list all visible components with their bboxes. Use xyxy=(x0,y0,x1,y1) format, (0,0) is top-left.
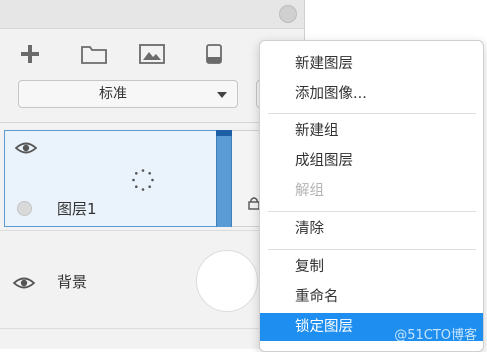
layer-name: 背景 xyxy=(57,273,88,291)
menu-separator xyxy=(268,113,476,114)
scrollbar[interactable] xyxy=(216,130,232,227)
eye-icon[interactable] xyxy=(12,275,36,289)
context-menu: 新建图层 添加图像... 新建组 成组图层 解组 清除 复制 重命名 锁定图层 … xyxy=(259,40,484,352)
blend-mode-select[interactable]: 标准 xyxy=(18,80,238,108)
menu-item-group-layers[interactable]: 成组图层 xyxy=(260,147,483,175)
folder-icon[interactable] xyxy=(80,42,108,66)
menu-item-clear[interactable]: 清除 xyxy=(260,215,483,243)
menu-item-add-image[interactable]: 添加图像... xyxy=(260,80,483,108)
watermark: @51CTO博客 xyxy=(394,328,477,343)
menu-item-new-layer[interactable]: 新建图层 xyxy=(260,50,483,78)
window-button[interactable] xyxy=(279,5,297,23)
menu-separator xyxy=(268,211,476,212)
menu-separator xyxy=(268,249,476,250)
blend-mode-value: 标准 xyxy=(99,86,127,102)
layer-row-selected[interactable] xyxy=(4,130,230,227)
layer-radio[interactable] xyxy=(17,201,32,216)
plus-icon[interactable] xyxy=(18,42,46,66)
layer-thumbnail xyxy=(196,250,258,312)
title-bar xyxy=(0,0,304,29)
menu-item-duplicate[interactable]: 复制 xyxy=(260,253,483,281)
layer-name: 图层1 xyxy=(57,200,97,218)
scrollbar-thumb[interactable] xyxy=(216,130,232,136)
image-icon[interactable] xyxy=(138,42,166,66)
menu-item-ungroup: 解组 xyxy=(295,183,324,199)
trash-icon[interactable] xyxy=(200,42,228,66)
chevron-down-icon xyxy=(217,92,227,98)
eye-icon[interactable] xyxy=(14,140,38,154)
menu-item-rename[interactable]: 重命名 xyxy=(260,283,483,311)
menu-item-new-group[interactable]: 新建组 xyxy=(260,117,483,145)
loading-spinner-icon xyxy=(132,169,154,191)
